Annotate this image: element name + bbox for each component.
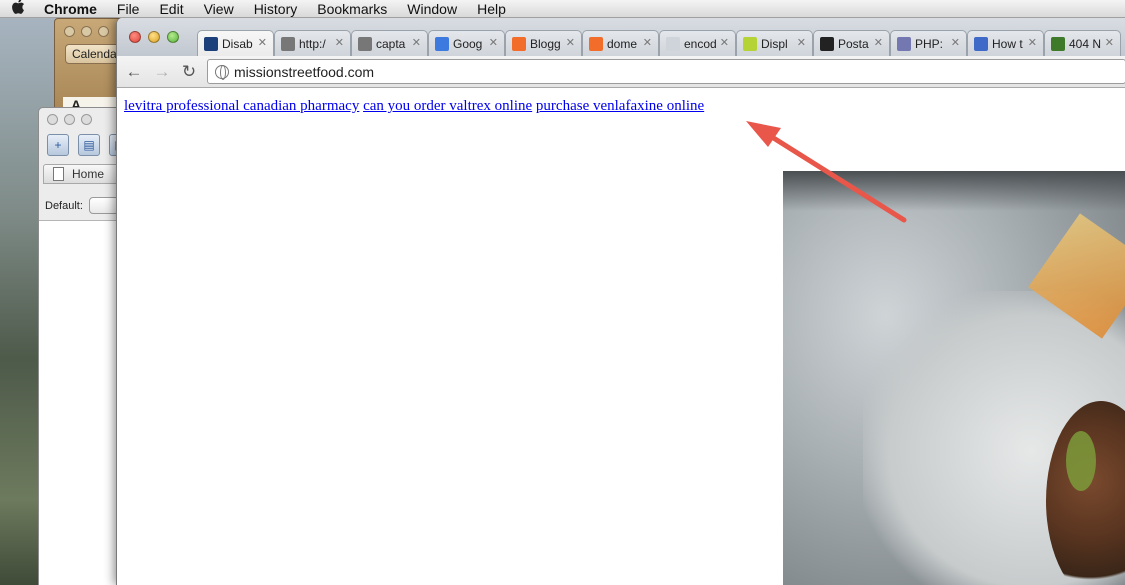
minimize-dot-icon[interactable] bbox=[81, 26, 92, 37]
browser-tab-label: Disab bbox=[222, 36, 253, 51]
menu-file[interactable]: File bbox=[117, 0, 140, 18]
browser-toolbar: ← → ↻ missionstreetfood.com bbox=[117, 56, 1125, 88]
photo-shadow bbox=[783, 171, 1125, 211]
browser-tab-label: Blogg bbox=[530, 36, 561, 51]
reload-icon[interactable]: ↻ bbox=[178, 61, 200, 83]
blogger-icon bbox=[512, 36, 526, 51]
spam-links: levitra professional canadian pharmacy c… bbox=[124, 98, 704, 115]
browser-tab[interactable]: PHP: ✕ bbox=[890, 30, 967, 56]
zoom-window-icon[interactable] bbox=[167, 31, 179, 43]
menu-window[interactable]: Window bbox=[407, 0, 457, 18]
back-arrow-icon[interactable]: ← bbox=[123, 61, 145, 83]
browser-tab[interactable]: Posta ✕ bbox=[813, 30, 890, 56]
globe-icon bbox=[215, 65, 229, 80]
browser-tab[interactable]: http:/ ✕ bbox=[274, 30, 351, 56]
default-row: Default: bbox=[45, 197, 119, 214]
globe-icon bbox=[281, 36, 295, 51]
check-icon bbox=[1051, 36, 1065, 51]
add-icon[interactable]: + bbox=[47, 134, 69, 156]
close-window-icon[interactable] bbox=[129, 31, 141, 43]
close-dot-icon[interactable] bbox=[47, 114, 58, 125]
globe-icon bbox=[358, 36, 372, 51]
window-controls bbox=[129, 31, 179, 43]
menu-edit[interactable]: Edit bbox=[159, 0, 183, 18]
mac-menubar: Chrome File Edit View History Bookmarks … bbox=[0, 0, 1125, 18]
address-bar-url: missionstreetfood.com bbox=[234, 63, 375, 80]
browser-tab[interactable]: 404 N ✕ bbox=[1044, 30, 1121, 56]
sql-folder-icon[interactable]: ▤ bbox=[78, 134, 100, 156]
menu-app-name[interactable]: Chrome bbox=[44, 0, 97, 18]
default-select[interactable] bbox=[88, 197, 119, 214]
browser-tab-label: Posta bbox=[838, 36, 869, 51]
close-tab-icon[interactable]: ✕ bbox=[566, 36, 575, 49]
menu-view[interactable]: View bbox=[204, 0, 234, 18]
blogger-icon bbox=[589, 36, 603, 51]
close-tab-icon[interactable]: ✕ bbox=[335, 36, 344, 49]
minimize-window-icon[interactable] bbox=[148, 31, 160, 43]
address-bar[interactable]: missionstreetfood.com bbox=[207, 59, 1125, 84]
postal-icon bbox=[820, 36, 834, 51]
browser-tab-label: Goog bbox=[453, 36, 483, 51]
food-photo bbox=[783, 171, 1125, 585]
close-tab-icon[interactable]: ✕ bbox=[1105, 36, 1114, 49]
close-tab-icon[interactable]: ✕ bbox=[643, 36, 652, 49]
close-dot-icon[interactable] bbox=[64, 26, 75, 37]
browser-tab[interactable]: How t ✕ bbox=[967, 30, 1044, 56]
browser-tab-label: PHP: bbox=[915, 36, 944, 51]
blank-icon bbox=[666, 36, 680, 51]
forward-arrow-icon[interactable]: → bbox=[151, 61, 173, 83]
cf-icon bbox=[743, 36, 757, 51]
zoom-dot-icon[interactable] bbox=[81, 114, 92, 125]
browser-tab[interactable]: encod ✕ bbox=[659, 30, 736, 56]
page-icon bbox=[53, 167, 64, 181]
how-icon bbox=[974, 36, 988, 51]
calendar-window-controls bbox=[64, 26, 109, 37]
browser-tab-label: capta bbox=[376, 36, 406, 51]
browser-tab-label: 404 N bbox=[1069, 36, 1102, 51]
browser-tabs: Disab ✕ http:/✕ capta ✕ Goog ✕ Blogg ✕ dome ✕ encod… bbox=[197, 30, 1121, 56]
zoom-dot-icon[interactable] bbox=[98, 26, 109, 37]
database-window-controls bbox=[47, 114, 92, 125]
browser-tab-label: Displ bbox=[761, 36, 788, 51]
close-tab-icon[interactable]: ✕ bbox=[412, 36, 421, 49]
tab-strip: Disab ✕ http:/✕ capta ✕ Goog ✕ Blogg ✕ dome ✕ encod… bbox=[117, 18, 1125, 56]
browser-tab-label: dome bbox=[607, 36, 638, 51]
php-icon bbox=[897, 36, 911, 51]
browser-tab-label: How t bbox=[992, 36, 1023, 51]
minimize-dot-icon[interactable] bbox=[64, 114, 75, 125]
browser-tab[interactable]: Goog ✕ bbox=[428, 30, 505, 56]
close-tab-icon[interactable]: ✕ bbox=[258, 36, 267, 49]
browser-tab[interactable]: Displ ✕ bbox=[736, 30, 813, 56]
database-window: + ▤ ▦ Home Default: bbox=[38, 107, 131, 585]
moon-icon bbox=[204, 36, 218, 51]
apple-menu-icon[interactable] bbox=[12, 0, 34, 18]
page-viewport: levitra professional canadian pharmacy c… bbox=[117, 89, 1125, 585]
browser-tab-label: http:/ bbox=[299, 36, 326, 51]
default-label: Default: bbox=[45, 199, 83, 212]
menu-history[interactable]: History bbox=[254, 0, 298, 18]
browser-tab[interactable]: Blogg ✕ bbox=[505, 30, 582, 56]
link-venlafaxine[interactable]: purchase venlafaxine online bbox=[536, 98, 704, 114]
close-tab-icon[interactable]: ✕ bbox=[720, 36, 729, 49]
tab-home-label: Home bbox=[72, 167, 105, 181]
link-valtrex[interactable]: can you order valtrex online bbox=[363, 98, 532, 114]
browser-tab[interactable]: dome ✕ bbox=[582, 30, 659, 56]
google-icon bbox=[435, 36, 449, 51]
chrome-window: Disab ✕ http:/✕ capta ✕ Goog ✕ Blogg ✕ dome ✕ encod… bbox=[116, 18, 1125, 585]
close-tab-icon[interactable]: ✕ bbox=[797, 36, 806, 49]
browser-tab[interactable]: capta ✕ bbox=[351, 30, 428, 56]
browser-tab-label: encod bbox=[684, 36, 717, 51]
menu-bookmarks[interactable]: Bookmarks bbox=[317, 0, 387, 18]
menu-help[interactable]: Help bbox=[477, 0, 506, 18]
photo-greens bbox=[1066, 431, 1096, 491]
link-levitra[interactable]: levitra professional canadian pharmacy bbox=[124, 98, 359, 114]
browser-tab[interactable]: Disab ✕ bbox=[197, 30, 274, 56]
close-tab-icon[interactable]: ✕ bbox=[951, 36, 960, 49]
close-tab-icon[interactable]: ✕ bbox=[1028, 36, 1037, 49]
close-tab-icon[interactable]: ✕ bbox=[874, 36, 883, 49]
close-tab-icon[interactable]: ✕ bbox=[489, 36, 498, 49]
